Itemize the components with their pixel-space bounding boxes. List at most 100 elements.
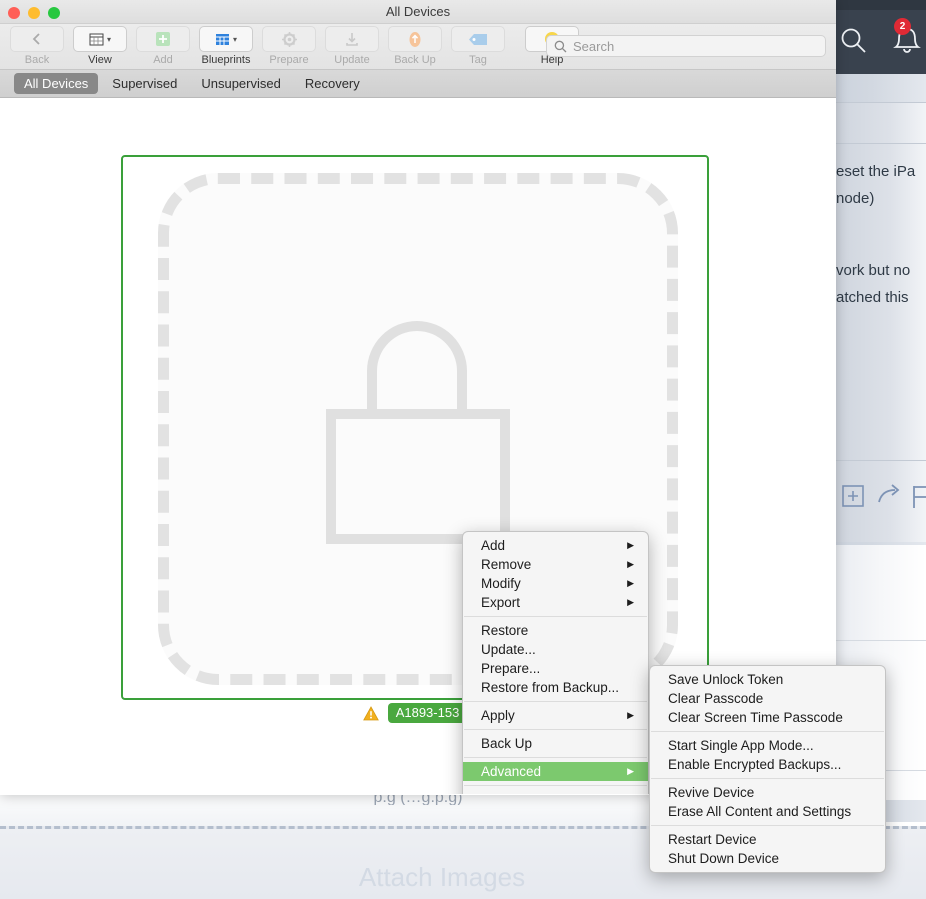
background-text-line: node): [836, 190, 875, 207]
back-chevron-icon: [32, 33, 40, 45]
toolbar-button-blueprints[interactable]: ▾ Blueprints: [195, 26, 257, 66]
submenu-item-enable-encrypted-backups[interactable]: Enable Encrypted Backups...: [650, 755, 885, 774]
menu-item-modify[interactable]: Modify ▶: [463, 574, 648, 593]
toolbar-button-update[interactable]: Update: [321, 26, 383, 66]
background-forum-topstrip: [836, 0, 926, 10]
toolbar: Back ▾ View Add ▾ Blueprints Prepare Upd…: [0, 24, 836, 70]
menu-item-add[interactable]: Add ▶: [463, 536, 648, 555]
blueprints-button[interactable]: ▾: [199, 26, 253, 52]
chevron-down-icon: ▾: [106, 34, 111, 44]
menu-separator: [651, 731, 884, 732]
warning-triangle-icon[interactable]: [362, 705, 379, 721]
menu-item-label: Export: [481, 595, 521, 610]
tag-icon: [469, 33, 487, 45]
add-plus-icon: [156, 32, 170, 46]
back-button[interactable]: [10, 26, 64, 52]
window-titlebar: All Devices: [0, 0, 836, 24]
backup-arrow-icon: [409, 31, 421, 47]
submenu-arrow-icon: ▶: [627, 710, 634, 720]
submenu-item-shut-down-device[interactable]: Shut Down Device: [650, 849, 885, 868]
lock-body-icon: [326, 409, 510, 544]
toolbar-button-prepare[interactable]: Prepare: [258, 26, 320, 66]
search-icon: [554, 40, 567, 52]
notification-badge: 2: [894, 18, 911, 35]
tag-button[interactable]: [451, 26, 505, 52]
prepare-button[interactable]: [262, 26, 316, 52]
update-download-icon: [346, 33, 358, 46]
plus-icon: [848, 491, 858, 501]
submenu-item-clear-passcode[interactable]: Clear Passcode: [650, 689, 885, 708]
menu-separator: [464, 757, 647, 758]
tab-supervised[interactable]: Supervised: [102, 73, 187, 94]
prepare-gear-icon: [281, 31, 297, 47]
submenu-item-save-unlock-token[interactable]: Save Unlock Token: [650, 670, 885, 689]
tab-recovery[interactable]: Recovery: [295, 73, 370, 94]
view-button[interactable]: ▾: [73, 26, 127, 52]
toolbar-label: Back Up: [394, 54, 436, 66]
menu-item-restore-from-backup[interactable]: Restore from Backup...: [463, 678, 648, 697]
device-name-badge[interactable]: A1893-153: [387, 703, 468, 723]
toolbar-button-add[interactable]: Add: [132, 26, 194, 66]
menu-item-label: Remove: [481, 557, 532, 572]
submenu-arrow-icon: ▶: [627, 766, 634, 776]
toolbar-label: Tag: [469, 54, 487, 66]
toolbar-button-view[interactable]: ▾ View: [69, 26, 131, 66]
toolbar-button-back[interactable]: Back: [6, 26, 68, 66]
search-placeholder: Search: [573, 38, 615, 54]
flag-icon: [913, 486, 926, 508]
lock-icon: [367, 321, 467, 421]
submenu-item-erase-all-content-and-settings[interactable]: Erase All Content and Settings: [650, 802, 885, 821]
menu-item-get-info[interactable]: Get Info: [463, 790, 648, 794]
menu-separator: [651, 778, 884, 779]
menu-item-label: Add: [481, 538, 506, 553]
submenu-item-start-single-app-mode[interactable]: Start Single App Mode...: [650, 736, 885, 755]
menu-item-label: Apply: [481, 708, 515, 723]
submenu-item-clear-screen-time-passcode[interactable]: Clear Screen Time Passcode: [650, 708, 885, 727]
background-divider: [836, 460, 926, 461]
advanced-submenu[interactable]: Save Unlock Token Clear Passcode Clear S…: [649, 665, 886, 873]
toolbar-label: Update: [334, 54, 370, 66]
update-button[interactable]: [325, 26, 379, 52]
menu-item-update[interactable]: Update...: [463, 640, 648, 659]
submenu-arrow-icon: ▶: [627, 578, 634, 588]
submenu-arrow-icon: ▶: [627, 597, 634, 607]
search-icon[interactable]: [838, 26, 868, 56]
background-divider: [836, 143, 926, 144]
background-text-line: vork but no: [836, 262, 911, 279]
submenu-arrow-icon: ▶: [627, 559, 634, 569]
tab-all-devices[interactable]: All Devices: [14, 73, 99, 94]
add-button[interactable]: [136, 26, 190, 52]
context-menu[interactable]: Add ▶ Remove ▶ Modify ▶ Export ▶ Restore: [462, 531, 649, 794]
search-field[interactable]: Search: [546, 35, 826, 57]
toolbar-label: Back: [24, 54, 50, 66]
menu-item-advanced[interactable]: Advanced ▶: [463, 762, 648, 781]
submenu-item-revive-device[interactable]: Revive Device: [650, 783, 885, 802]
filter-tabbar: All Devices Supervised Unsupervised Reco…: [0, 70, 836, 98]
menu-item-export[interactable]: Export ▶: [463, 593, 648, 612]
chevron-down-icon: ▾: [232, 34, 237, 44]
menu-item-back-up[interactable]: Back Up: [463, 734, 648, 753]
blueprints-icon: [215, 33, 229, 45]
screen-root: eset the iPa node) vork but no atched th…: [0, 0, 926, 899]
menu-item-prepare[interactable]: Prepare...: [463, 659, 648, 678]
background-text-line: eset the iPa: [836, 163, 916, 180]
menu-item-restore[interactable]: Restore: [463, 621, 648, 640]
menu-item-label: Modify: [481, 576, 521, 591]
toolbar-button-tag[interactable]: Tag: [447, 26, 509, 66]
grid-view-icon: [89, 33, 104, 45]
tab-unsupervised[interactable]: Unsupervised: [191, 73, 291, 94]
menu-separator: [464, 616, 647, 617]
backup-button[interactable]: [388, 26, 442, 52]
toolbar-button-backup[interactable]: Back Up: [384, 26, 446, 66]
toolbar-label: Prepare: [269, 54, 309, 66]
background-action-row: [836, 480, 926, 514]
toolbar-label: Add: [153, 54, 173, 66]
window-title: All Devices: [385, 4, 451, 19]
background-divider: [836, 640, 926, 641]
menu-item-remove[interactable]: Remove ▶: [463, 555, 648, 574]
submenu-arrow-icon: ▶: [627, 540, 634, 550]
toolbar-label: View: [88, 54, 112, 66]
background-action-icons[interactable]: [836, 480, 926, 514]
menu-item-apply[interactable]: Apply ▶: [463, 706, 648, 725]
submenu-item-restart-device[interactable]: Restart Device: [650, 830, 885, 849]
